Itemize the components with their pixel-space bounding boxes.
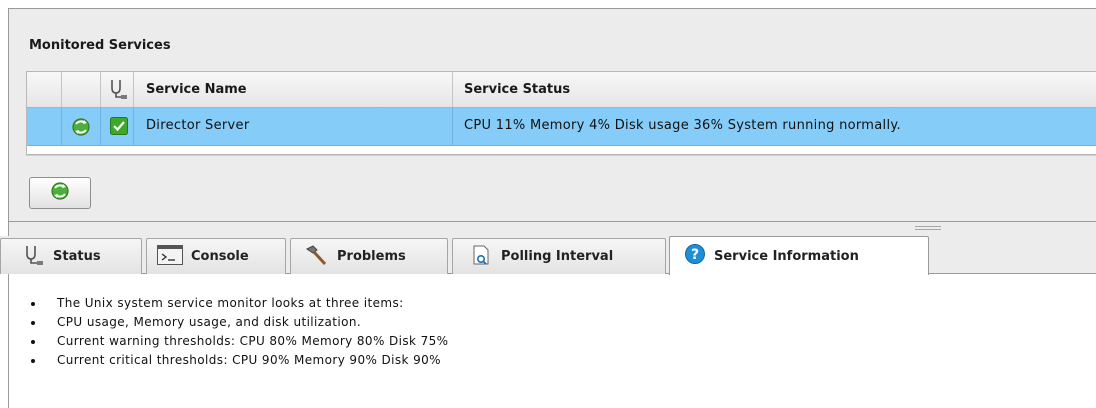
tab-problems[interactable]: Problems	[290, 238, 448, 274]
tab-label: Console	[191, 249, 249, 264]
hammer-icon	[303, 244, 329, 270]
service-name-cell: Director Server	[146, 118, 250, 133]
tab-service-information[interactable]: ? Service Information	[669, 236, 929, 275]
tab-label: Service Information	[714, 248, 859, 264]
column-header-service-name[interactable]: Service Name	[146, 82, 247, 97]
list-item: CPU usage, Memory usage, and disk utiliz…	[27, 313, 448, 332]
service-information-panel: The Unix system service monitor looks at…	[8, 274, 1096, 408]
monitored-services-panel: Monitored Services Service Name Service …	[8, 8, 1096, 222]
stethoscope-icon	[23, 244, 45, 270]
refresh-button[interactable]	[29, 177, 91, 209]
column-header-service-status[interactable]: Service Status	[464, 82, 570, 97]
table-header: Service Name Service Status	[27, 72, 1096, 108]
tab-status[interactable]: Status	[0, 238, 142, 274]
refresh-service-icon[interactable]	[69, 116, 93, 142]
services-table: Service Name Service Status Director Ser…	[26, 71, 1096, 155]
stethoscope-icon	[108, 78, 128, 104]
list-item: The Unix system service monitor looks at…	[27, 294, 448, 313]
tab-bar: Status Console Problems Polling Interval…	[0, 236, 1096, 275]
service-information-list: The Unix system service monitor looks at…	[27, 294, 448, 370]
console-icon	[157, 244, 183, 269]
status-check-icon	[110, 117, 128, 139]
tab-label: Polling Interval	[501, 249, 614, 264]
help-icon: ?	[684, 243, 706, 269]
panel-splitter[interactable]	[8, 222, 1096, 236]
tab-label: Problems	[337, 249, 406, 264]
tab-console[interactable]: Console	[146, 238, 286, 274]
table-row[interactable]: Director Server CPU 11% Memory 4% Disk u…	[27, 108, 1096, 146]
refresh-icon	[48, 180, 72, 206]
panel-title: Monitored Services	[29, 38, 171, 53]
svg-text:?: ?	[691, 247, 699, 263]
list-item: Current critical thresholds: CPU 90% Mem…	[27, 351, 448, 370]
list-item: Current warning thresholds: CPU 80% Memo…	[27, 332, 448, 351]
tab-polling-interval[interactable]: Polling Interval	[452, 238, 666, 274]
document-magnifier-icon	[471, 244, 493, 270]
tab-label: Status	[53, 249, 101, 264]
service-status-cell: CPU 11% Memory 4% Disk usage 36% System …	[464, 118, 901, 133]
